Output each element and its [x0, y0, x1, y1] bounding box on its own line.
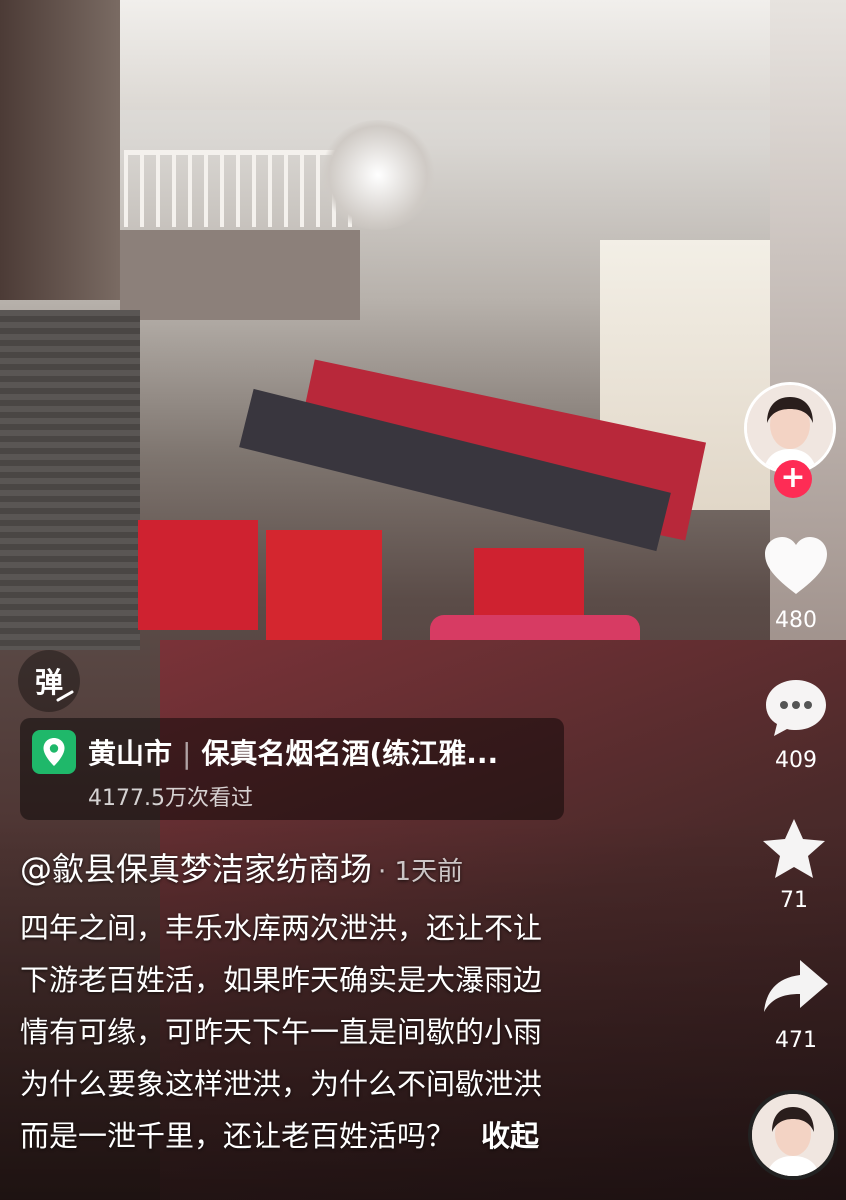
author-line: @歙县保真梦洁家纺商场 · 1天前 — [20, 844, 463, 890]
comment-button[interactable]: 409 — [746, 676, 846, 773]
location-bar[interactable]: 黄山市 | 保真名烟名酒(练江雅... 4177.5万次看过 — [20, 718, 564, 820]
mezzanine — [120, 230, 360, 320]
follow-button[interactable]: + — [774, 460, 812, 498]
description-line-last: 而是一泄千里，还让老百姓活吗？ 收起 — [20, 1110, 640, 1162]
like-count: 480 — [775, 608, 817, 633]
comment-count: 409 — [775, 748, 817, 773]
share-count: 471 — [775, 1028, 817, 1053]
star-icon — [763, 819, 825, 878]
description-line: 下游老百姓活，如果昨天确实是大瀑雨边 — [20, 963, 543, 997]
music-disc[interactable] — [748, 1090, 838, 1180]
location-pin-icon — [32, 730, 76, 774]
post-time: · 1天前 — [378, 857, 464, 887]
share-button[interactable]: 471 — [746, 956, 846, 1053]
danmu-slash-mark — [56, 690, 74, 702]
favorite-count: 71 — [780, 888, 808, 913]
post-description: 四年之间，丰乐水库两次泄洪，还让不让 下游老百姓活，如果昨天确实是大瀑雨边 情有… — [20, 902, 640, 1162]
location-title: 黄山市 | 保真名烟名酒(练江雅... — [88, 732, 498, 772]
location-views: 4177.5万次看过 — [88, 786, 253, 811]
danmu-toggle-button[interactable]: 弹 — [18, 650, 80, 712]
comment-icon — [766, 680, 826, 736]
like-button[interactable]: 480 — [746, 534, 846, 633]
left-window-panel — [0, 0, 120, 300]
author-name[interactable]: @歙县保真梦洁家纺商场 — [20, 850, 372, 888]
description-text: 而是一泄千里，还让老百姓活吗？ — [20, 1119, 456, 1153]
heart-icon — [765, 537, 827, 594]
location-place: 保真名烟名酒(练江雅... — [201, 737, 499, 770]
location-city: 黄山市 — [88, 737, 173, 770]
chandelier — [318, 120, 438, 230]
red-box-1 — [138, 520, 258, 630]
description-line: 情有可缘，可昨天下午一直是间歇的小雨 — [20, 1015, 543, 1049]
description-line: 四年之间，丰乐水库两次泄洪，还让不让 — [20, 911, 543, 945]
avatar-portrait — [747, 385, 833, 471]
music-disc-cover — [752, 1094, 834, 1176]
location-separator: | — [182, 737, 192, 770]
left-shutter — [0, 310, 140, 650]
red-box-2 — [266, 530, 382, 640]
ceiling — [0, 0, 846, 110]
share-icon — [764, 960, 828, 1012]
description-line: 为什么要象这样泄洪，为什么不间歇泄洪 — [20, 1067, 543, 1101]
favorite-button[interactable]: 71 — [744, 816, 844, 913]
collapse-button[interactable]: 收起 — [481, 1119, 539, 1153]
